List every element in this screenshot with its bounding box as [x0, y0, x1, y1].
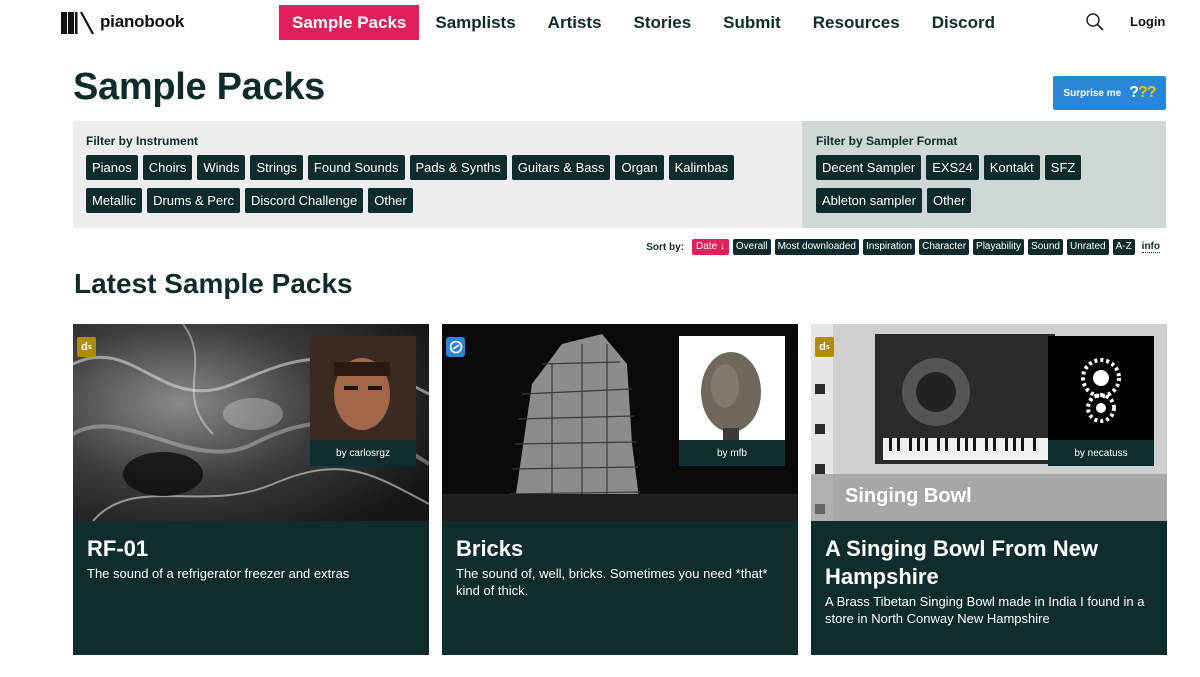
format-chip-decent-sampler[interactable]: Decent Sampler	[816, 155, 922, 180]
nav-sample-packs[interactable]: Sample Packs	[279, 5, 420, 40]
nav-stories[interactable]: Stories	[618, 5, 708, 40]
question-marks-icon: ???	[1129, 84, 1156, 102]
sample-pack-card[interactable]: ds by carlosrgz RF-01 The sound of a ref…	[73, 324, 429, 655]
sort-most-downloaded[interactable]: Most downloaded	[774, 239, 859, 255]
card-body: A Singing Bowl From New Hampshire A Bras…	[825, 535, 1153, 627]
card-cover-image: ds by carlosrgz	[73, 324, 429, 521]
nav-discord[interactable]: Discord	[916, 5, 1011, 40]
card-cover-image: Singing Bowl ds by necatuss	[811, 324, 1167, 521]
sort-unrated[interactable]: Unrated	[1066, 239, 1109, 255]
login-link[interactable]: Login	[1130, 14, 1165, 29]
machine-badge-icon	[446, 337, 465, 357]
format-chip-ableton-sampler[interactable]: Ableton sampler	[816, 188, 922, 213]
decent-sampler-badge-icon: ds	[815, 337, 834, 357]
filter-chip-discord-challenge[interactable]: Discord Challenge	[244, 188, 364, 213]
card-body: RF-01 The sound of a refrigerator freeze…	[87, 535, 415, 582]
format-filter: Filter by Sampler Format Decent Sampler …	[802, 121, 1166, 228]
format-chip-exs24[interactable]: EXS24	[926, 155, 979, 180]
sample-pack-card[interactable]: by mfb Bricks The sound of, well, bricks…	[442, 324, 798, 655]
sort-info-link[interactable]: info	[1141, 241, 1160, 253]
sort-a-z[interactable]: A-Z	[1112, 239, 1135, 255]
author-box: by carlosrgz	[310, 336, 416, 466]
filter-chip-pads-synths[interactable]: Pads & Synths	[409, 155, 507, 180]
sort-overall[interactable]: Overall	[732, 239, 771, 255]
filter-chip-strings[interactable]: Strings	[250, 155, 303, 180]
filter-chip-pianos[interactable]: Pianos	[86, 155, 138, 180]
filter-chip-other[interactable]: Other	[368, 188, 413, 213]
filter-chip-metallic[interactable]: Metallic	[86, 188, 143, 213]
format-filter-title: Filter by Sampler Format	[816, 134, 958, 148]
filter-chip-guitars-bass[interactable]: Guitars & Bass	[511, 155, 611, 180]
format-chip-sfz[interactable]: SFZ	[1044, 155, 1082, 180]
filter-chip-drums-perc[interactable]: Drums & Perc	[147, 188, 240, 213]
format-chip-other[interactable]: Other	[926, 188, 972, 213]
card-cover-image: by mfb	[442, 324, 798, 521]
surprise-me-label: Surprise me	[1063, 87, 1122, 99]
filter-chip-choirs[interactable]: Choirs	[142, 155, 193, 180]
card-title: Bricks	[456, 536, 524, 561]
section-title: Latest Sample Packs	[74, 268, 353, 299]
instrument-chips: Pianos Choirs Winds Strings Found Sounds…	[86, 155, 788, 213]
surprise-glyph: ???	[1129, 84, 1156, 101]
sort-character[interactable]: Character	[919, 239, 970, 255]
sort-date[interactable]: Date ↓	[692, 239, 729, 255]
format-chip-kontakt[interactable]: Kontakt	[983, 155, 1040, 180]
card-title: A Singing Bowl From New Hampshire	[825, 536, 1098, 589]
filter-chip-winds[interactable]: Winds	[197, 155, 246, 180]
sample-pack-card[interactable]: Singing Bowl ds by necatuss A Singing Bo…	[811, 324, 1167, 655]
page-title: Sample Packs	[73, 66, 326, 108]
instrument-filter-title: Filter by Instrument	[86, 134, 199, 148]
sort-playability[interactable]: Playability	[973, 239, 1025, 255]
cover-image-caption: Singing Bowl	[845, 485, 972, 507]
nav-samplists[interactable]: Samplists	[419, 5, 531, 40]
search-icon[interactable]	[1085, 12, 1105, 32]
sort-inspiration[interactable]: Inspiration	[862, 239, 916, 255]
decent-sampler-badge-icon: ds	[77, 337, 96, 357]
filter-chip-found-sounds[interactable]: Found Sounds	[307, 155, 405, 180]
card-body: Bricks The sound of, well, bricks. Somet…	[456, 535, 784, 599]
card-title: RF-01	[87, 536, 149, 561]
author-name[interactable]: by mfb	[679, 440, 785, 466]
surprise-me-button[interactable]: Surprise me ???	[1053, 76, 1166, 110]
filter-chip-kalimbas[interactable]: Kalimbas	[668, 155, 735, 180]
nav-artists[interactable]: Artists	[532, 5, 618, 40]
instrument-filter: Filter by Instrument Pianos Choirs Winds…	[73, 121, 802, 228]
card-description: A Brass Tibetan Singing Bowl made in Ind…	[825, 594, 1145, 626]
brand-name: pianobook	[100, 12, 185, 31]
site-header: pianobook Sample Packs Samplists Artists…	[0, 0, 1200, 44]
logo[interactable]: pianobook	[60, 8, 184, 36]
card-description: The sound of, well, bricks. Sometimes yo…	[456, 566, 768, 598]
main-nav: Sample Packs Samplists Artists Stories S…	[279, 5, 1011, 40]
nav-resources[interactable]: Resources	[797, 5, 916, 40]
author-box: by mfb	[679, 336, 785, 466]
nav-submit[interactable]: Submit	[707, 5, 797, 40]
card-description: The sound of a refrigerator freezer and …	[87, 566, 350, 581]
sort-bar: Sort by: Date ↓ Overall Most downloaded …	[646, 239, 1160, 255]
sort-label: Sort by:	[646, 241, 684, 253]
author-name[interactable]: by carlosrgz	[310, 440, 416, 466]
format-chips: Decent Sampler EXS24 Kontakt SFZ Ableton…	[816, 155, 1152, 213]
piano-logo-icon	[60, 8, 94, 36]
filter-chip-organ[interactable]: Organ	[615, 155, 664, 180]
author-box: by necatuss	[1048, 336, 1154, 466]
filter-panel: Filter by Instrument Pianos Choirs Winds…	[73, 121, 1166, 228]
author-name[interactable]: by necatuss	[1048, 440, 1154, 466]
sort-sound[interactable]: Sound	[1028, 239, 1063, 255]
